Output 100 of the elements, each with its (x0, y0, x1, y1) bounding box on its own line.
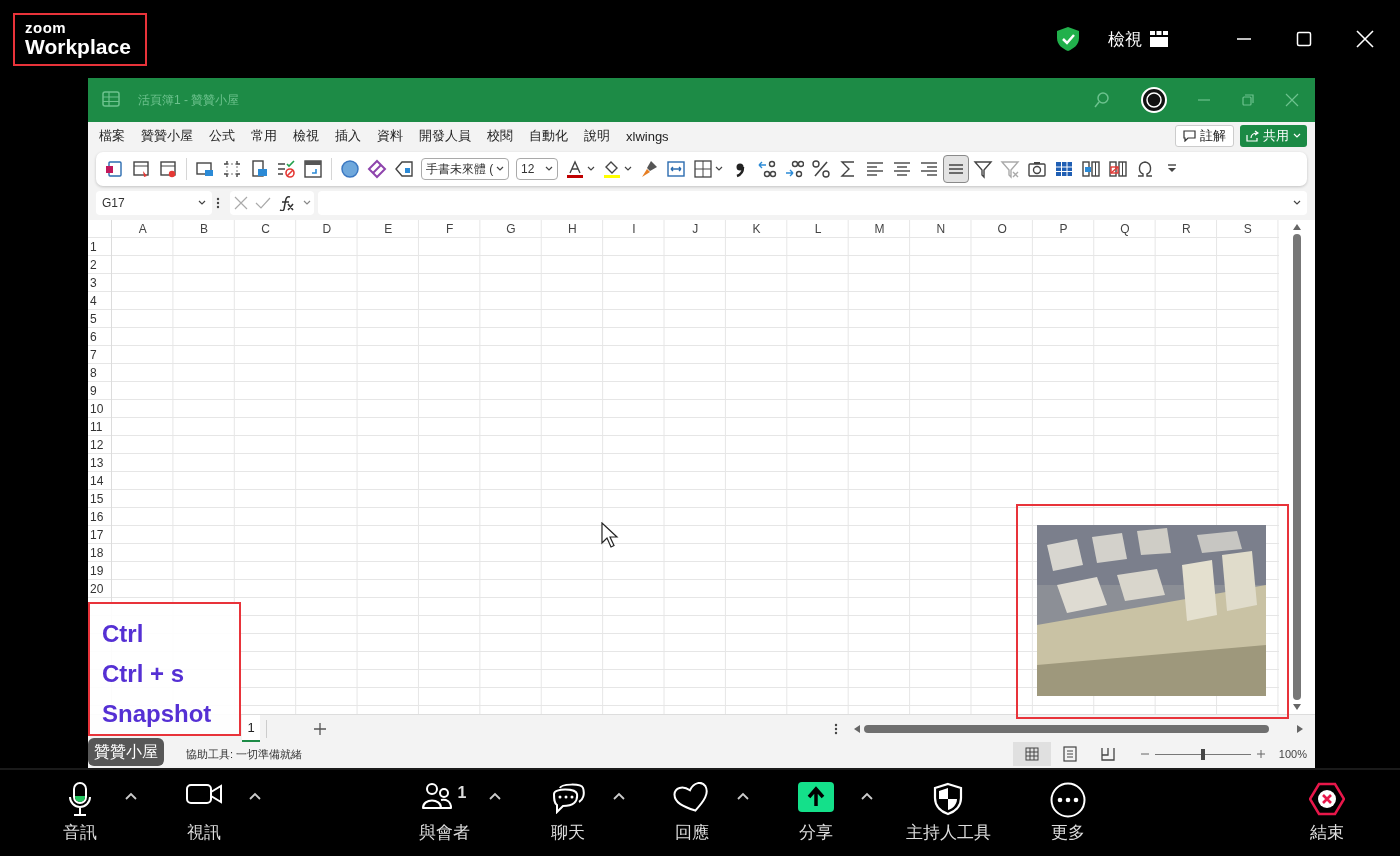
toolbar-button[interactable]: 1 與會者 (399, 778, 489, 848)
menu-item[interactable]: 校閱 (479, 127, 521, 145)
scrollbar-thumb[interactable] (864, 724, 1269, 733)
row-header[interactable]: 5 (90, 312, 97, 326)
toolbar-button[interactable]: 音訊 (35, 778, 125, 848)
row-header[interactable]: 8 (90, 366, 97, 380)
end-button[interactable]: 結束 (1282, 778, 1372, 848)
row-header[interactable]: 9 (90, 384, 97, 398)
toolbar-button[interactable]: 主持人工具 (895, 778, 1001, 848)
row-header[interactable]: 12 (90, 438, 104, 452)
avatar-icon[interactable] (1141, 87, 1167, 113)
column-header[interactable]: B (173, 220, 235, 238)
decrease-decimal-icon[interactable] (784, 159, 804, 179)
image-icon[interactable] (195, 159, 215, 179)
menu-item[interactable]: 說明 (576, 127, 618, 145)
column-header[interactable]: D (296, 220, 358, 238)
column-header[interactable]: Q (1094, 220, 1156, 238)
row-header[interactable]: 11 (90, 420, 103, 434)
column-header[interactable]: H (541, 220, 604, 238)
column-header[interactable]: I (603, 220, 665, 238)
fill-color-icon[interactable] (602, 159, 622, 179)
share-button[interactable]: 共用 (1240, 125, 1307, 147)
check-icon[interactable] (254, 196, 271, 210)
menu-item[interactable]: 資料 (369, 127, 411, 145)
scroll-right-icon[interactable] (1297, 724, 1303, 733)
borders-icon[interactable] (693, 159, 713, 179)
caret-up-icon[interactable] (249, 792, 261, 800)
column-header[interactable]: S (1217, 220, 1279, 238)
row-header[interactable]: 10 (90, 402, 104, 416)
column-header[interactable]: E (357, 220, 419, 238)
font-name-dropdown[interactable]: 手書未來體 ( (421, 158, 509, 180)
column-header[interactable]: F (418, 220, 481, 238)
sheet-tab[interactable]: 1 (242, 715, 260, 742)
scroll-left-icon[interactable] (854, 724, 860, 733)
add-sheet-icon[interactable] (313, 721, 327, 736)
zoom-slider-thumb[interactable] (1200, 748, 1205, 760)
row-header[interactable]: 16 (90, 510, 104, 524)
scroll-down-icon[interactable] (1293, 704, 1301, 710)
caret-icon[interactable] (496, 166, 504, 172)
toolbar-button[interactable]: 分享 (771, 778, 861, 848)
align-right-icon[interactable] (919, 159, 939, 179)
row-header[interactable]: 19 (90, 564, 104, 578)
menu-item[interactable]: 檔案 (91, 127, 133, 145)
menu-item[interactable]: 常用 (243, 127, 285, 145)
view-button[interactable]: 檢視 (1108, 27, 1168, 51)
maximize-icon[interactable] (1296, 31, 1312, 47)
column-header[interactable]: G (480, 220, 542, 238)
column-header[interactable]: L (787, 220, 849, 238)
name-box[interactable]: G17 (96, 191, 212, 215)
toolbar-button[interactable]: 視訊 (159, 778, 249, 848)
align-left-icon[interactable] (865, 159, 885, 179)
row-header[interactable]: 15 (90, 492, 104, 506)
delete-column-icon[interactable] (1108, 159, 1128, 179)
caret-up-icon[interactable] (489, 792, 501, 800)
view-mode-button[interactable] (1012, 742, 1051, 766)
crop-icon[interactable] (222, 159, 242, 179)
more-vertical-icon[interactable] (216, 197, 220, 209)
caret-icon[interactable] (198, 200, 206, 206)
menu-item[interactable]: 自動化 (521, 127, 576, 145)
brush-icon[interactable] (639, 159, 659, 179)
comment-button[interactable]: 註解 (1175, 125, 1234, 147)
menu-item[interactable]: xlwings (618, 128, 677, 144)
menu-item[interactable]: 插入 (327, 127, 369, 145)
menu-item[interactable]: 贊贊小屋 (133, 127, 201, 145)
row-header[interactable]: 2 (90, 258, 97, 272)
filter-icon[interactable] (973, 159, 993, 179)
column-header[interactable]: A (112, 220, 174, 238)
row-header[interactable]: 20 (90, 582, 104, 596)
calendar-icon[interactable] (131, 159, 151, 179)
caret-up-icon[interactable] (613, 792, 625, 800)
frame-icon[interactable] (303, 159, 323, 179)
eraser-icon[interactable] (367, 159, 387, 179)
formula-input[interactable] (318, 191, 1307, 215)
function-icon[interactable] (277, 195, 296, 211)
scrollbar-thumb[interactable] (1293, 234, 1301, 700)
wrap-text-icon[interactable] (666, 159, 686, 179)
menu-item[interactable]: 檢視 (285, 127, 327, 145)
column-header[interactable]: M (848, 220, 911, 238)
column-header[interactable]: C (234, 220, 297, 238)
caret-icon[interactable] (1293, 200, 1301, 206)
row-header[interactable]: 13 (90, 456, 104, 470)
insert-column-icon[interactable] (1081, 159, 1101, 179)
column-header[interactable]: J (664, 220, 726, 238)
toolbar-button[interactable]: 聊天 (523, 778, 613, 848)
column-header[interactable]: R (1155, 220, 1218, 238)
caret-icon[interactable] (545, 166, 553, 172)
menu-item[interactable]: 開發人員 (411, 127, 479, 145)
font-color-icon[interactable] (565, 159, 585, 179)
scroll-up-icon[interactable] (1293, 224, 1301, 230)
caret-icon[interactable] (587, 166, 595, 172)
row-header[interactable]: 1 (90, 240, 97, 254)
table-icon[interactable] (1054, 159, 1074, 179)
caret-up-icon[interactable] (737, 792, 749, 800)
column-header[interactable]: P (1032, 220, 1095, 238)
caret-icon[interactable] (715, 166, 723, 172)
checklist-icon[interactable] (276, 159, 296, 179)
toolbar-button[interactable]: 更多 (1023, 778, 1113, 848)
increase-decimal-icon[interactable] (757, 159, 777, 179)
menu-item[interactable]: 公式 (201, 127, 243, 145)
align-center-icon[interactable] (892, 159, 912, 179)
